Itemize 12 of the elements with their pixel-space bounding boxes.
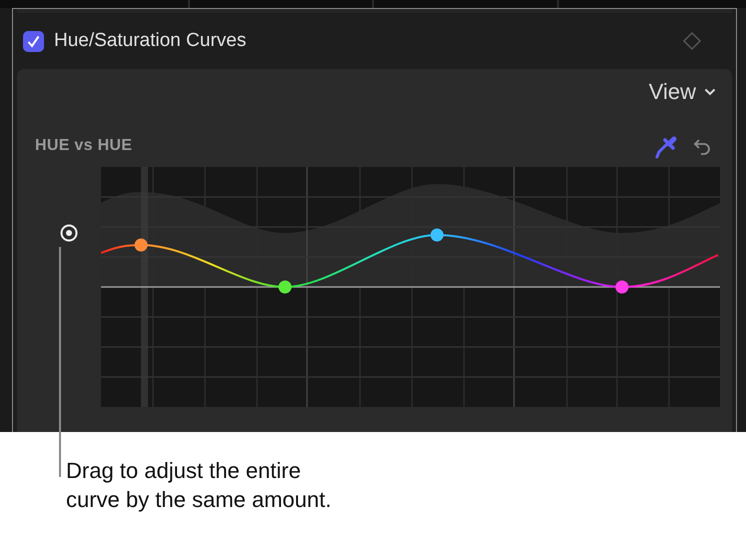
enable-checkbox[interactable]: [23, 30, 44, 52]
curve-label: HUE vs HUE: [35, 137, 134, 155]
panel-title: Hue/Saturation Curves: [54, 30, 248, 52]
control-point[interactable]: [134, 238, 148, 252]
chevron-icon: [704, 88, 716, 96]
offset-handle[interactable]: [60, 224, 78, 242]
view-menu-button[interactable]: View: [644, 75, 720, 109]
control-point[interactable]: [616, 280, 628, 294]
control-point[interactable]: [278, 280, 292, 294]
checkmark-icon: [27, 34, 40, 48]
control-point[interactable]: [430, 228, 444, 242]
callout-text: Drag to adjust the entire curve by the same amount.: [66, 457, 332, 514]
